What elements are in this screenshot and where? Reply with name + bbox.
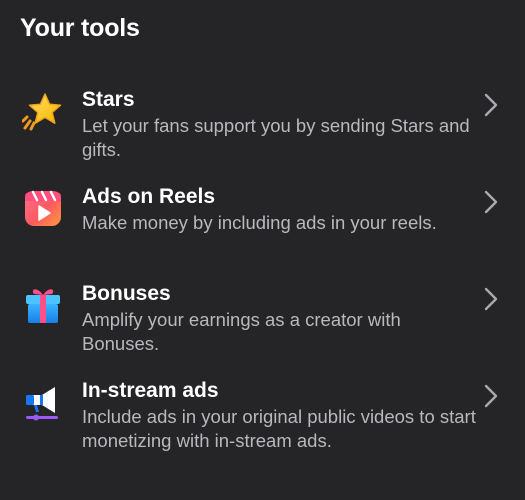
tool-title: Stars (82, 88, 135, 111)
chevron-right-icon[interactable] (483, 189, 499, 215)
tool-title: Ads on Reels (82, 185, 216, 208)
tool-description: Make money by including ads in your reel… (82, 212, 437, 233)
tool-description: Let your fans support you by sending Sta… (82, 115, 470, 160)
tool-title: Bonuses (82, 282, 171, 305)
chevron-right-icon[interactable] (483, 383, 499, 409)
gift-icon (22, 284, 64, 326)
tool-description: Include ads in your original public vide… (82, 406, 476, 451)
chevron-right-icon[interactable] (483, 92, 499, 118)
chevron-right-icon[interactable] (483, 286, 499, 312)
reels-play-icon (22, 187, 64, 229)
star-icon (22, 90, 64, 132)
section-title: Your tools (20, 14, 140, 42)
tool-title: In-stream ads (82, 379, 219, 402)
megaphone-icon (22, 381, 64, 423)
tool-description: Amplify your earnings as a creator with … (82, 309, 401, 354)
